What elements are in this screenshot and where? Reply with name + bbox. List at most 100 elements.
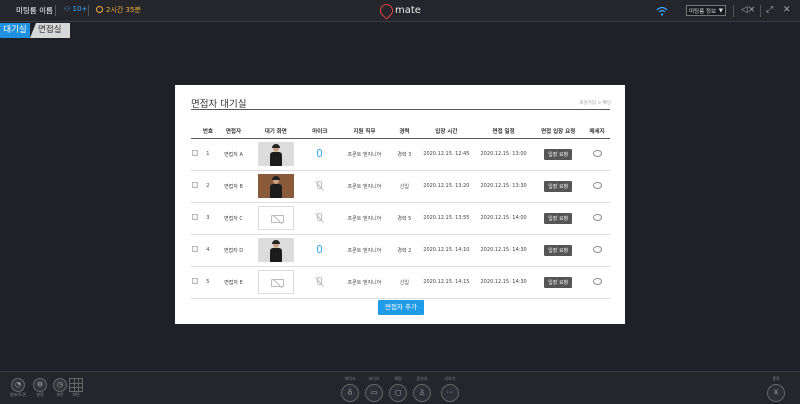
entry-time: 2020.12.15. 13:55: [417, 202, 475, 235]
message-cell: [584, 170, 610, 203]
divider: [88, 5, 89, 16]
entry-request-button[interactable]: 입장 요청: [544, 180, 573, 192]
table-row: 5 면접자 E 프론트 엔지니어 신입 2020.12.15. 14:15 2020.12…: [191, 266, 610, 299]
video-placeholder: [257, 206, 294, 230]
gear-icon: ⚙: [33, 378, 47, 392]
exit-button[interactable]: 종료 X: [764, 376, 788, 402]
elapsed-time: 2시간 35분: [96, 5, 141, 15]
presentation-icon: ◔: [11, 378, 25, 392]
room-info-select[interactable]: 미팅룸 정보 ▼: [686, 5, 726, 16]
entry-request-cell: 입장 요청: [532, 138, 585, 171]
room-info-select-label: 미팅룸 정보: [689, 8, 717, 15]
candidate-name: 면접자 A: [217, 138, 250, 171]
interview-schedule: 2020.12.15. 14:00: [474, 202, 533, 235]
career: 경력 2: [391, 234, 418, 267]
panel-title: 면접자 대기실: [191, 99, 247, 110]
exit-label: 종료: [772, 376, 780, 381]
message-icon[interactable]: [592, 149, 602, 157]
person-icon: ♙: [413, 384, 431, 402]
entry-request-button[interactable]: 입장 요청: [544, 148, 573, 160]
waiting-video-cell: [249, 266, 302, 299]
close-icon[interactable]: ✕: [783, 5, 791, 16]
mic-cell: [301, 170, 338, 203]
breadcrumb: 회원가입 > 확인: [579, 101, 611, 106]
waiting-video-thumbnail: [257, 174, 294, 198]
career: 신입: [391, 266, 418, 299]
career: 신입: [391, 170, 418, 203]
entry-time: 2020.12.15. 12:45: [417, 138, 475, 171]
tab-interview-room[interactable]: 면접실: [30, 23, 70, 38]
tab-waiting-room[interactable]: 대기실: [0, 23, 30, 38]
bottom-toolbar: ◔ 발표/토론 ⚙ 설정 ◷ 보안 화면 마이크 ♁ 비디오 ▭ 채팅 ▢ 참가…: [0, 371, 800, 404]
divider: [733, 5, 734, 17]
entry-request-button[interactable]: 입장 요청: [544, 244, 573, 256]
mic-cell: [301, 266, 338, 299]
person-figure: [269, 176, 282, 198]
candidate-name: 면접자 B: [217, 170, 250, 203]
column-header: 면접자: [217, 125, 250, 139]
applied-job: 프론트 엔지니어: [337, 266, 391, 299]
participants-count[interactable]: ⚇ 10+: [64, 5, 87, 13]
interview-schedule: 2020.12.15. 13:00: [474, 138, 533, 171]
add-candidate-button[interactable]: 면접자 추가: [378, 300, 424, 315]
applied-job: 프론트 엔지니어: [337, 170, 391, 203]
row-checkbox[interactable]: [191, 266, 199, 299]
microphone-off-icon: [317, 213, 323, 221]
participants-button[interactable]: 참가자 ♙: [410, 376, 434, 402]
clock-icon: [96, 6, 103, 13]
message-cell: [584, 234, 610, 267]
mic-button[interactable]: 마이크 ♁: [338, 376, 362, 402]
column-header: 경력: [391, 125, 418, 139]
interview-schedule: 2020.12.15. 14:30: [474, 234, 533, 267]
row-checkbox[interactable]: [191, 170, 199, 203]
presentation-button[interactable]: ◔ 발표/토론: [6, 376, 30, 398]
entry-time: 2020.12.15. 14:10: [417, 234, 475, 267]
row-number: 2: [198, 170, 218, 203]
candidate-table: 번호 면접자 대기 화면 마이크 지원 직무 경력 입장 시간 면접 일정 면접…: [191, 125, 610, 299]
applied-job: 프론트 엔지니어: [337, 138, 391, 171]
logo-mark-icon: [377, 1, 396, 20]
video-off-icon: [270, 279, 284, 287]
row-checkbox[interactable]: [191, 138, 199, 171]
entry-request-cell: 입장 요청: [532, 234, 585, 267]
table-row: 4 면접자 D 프론트 엔지니어 경력 2 2020.12.15. 14:10 2020.…: [191, 234, 610, 267]
waiting-video-thumbnail: [257, 238, 294, 262]
message-cell: [584, 138, 610, 171]
fullscreen-icon[interactable]: ⤢: [766, 5, 773, 16]
row-checkbox[interactable]: [191, 234, 199, 267]
waiting-video-cell: [249, 202, 302, 235]
video-button[interactable]: 비디오 ▭: [362, 376, 386, 402]
message-icon[interactable]: [592, 213, 602, 221]
wifi-icon: [656, 6, 668, 16]
participants-label: 참가자: [416, 376, 428, 381]
divider: [55, 5, 56, 16]
waiting-video-thumbnail: [257, 142, 294, 166]
participants-count-label: 10+: [72, 5, 88, 13]
candidate-name: 면접자 E: [217, 266, 250, 299]
entry-request-button[interactable]: 입장 요청: [544, 212, 573, 224]
person-figure: [269, 144, 282, 166]
video-placeholder: [257, 270, 294, 294]
microphone-icon: ♁: [341, 384, 359, 402]
table-row: 3 면접자 C 프론트 엔지니어 경력 5 2020.12.15. 13:55 2020.…: [191, 202, 610, 235]
title-divider: [191, 109, 610, 110]
speaker-mute-icon[interactable]: ◁×: [741, 5, 755, 16]
app-logo: mate: [377, 1, 421, 20]
row-checkbox[interactable]: [191, 202, 199, 235]
message-icon[interactable]: [592, 277, 602, 285]
entry-time: 2020.12.15. 13:20: [417, 170, 475, 203]
more-button[interactable]: 더보기 ···: [438, 376, 462, 402]
divider: [760, 5, 761, 17]
entry-request-button[interactable]: 입장 요청: [544, 276, 573, 288]
entry-request-cell: 입장 요청: [532, 266, 585, 299]
more-icon: ···: [441, 384, 459, 402]
message-icon[interactable]: [592, 181, 602, 189]
mic-cell: [301, 202, 338, 235]
layout-button[interactable]: 화면: [64, 376, 88, 398]
chat-button[interactable]: 채팅 ▢: [386, 376, 410, 402]
more-label: 더보기: [444, 376, 456, 381]
top-bar: 미팅룸 이름 ⚇ 10+ 2시간 35분 mate 미팅룸 정보 ▼ ◁× ⤢ …: [0, 0, 800, 22]
row-number: 4: [198, 234, 218, 267]
applied-job: 프론트 엔지니어: [337, 234, 391, 267]
message-icon[interactable]: [592, 245, 602, 253]
